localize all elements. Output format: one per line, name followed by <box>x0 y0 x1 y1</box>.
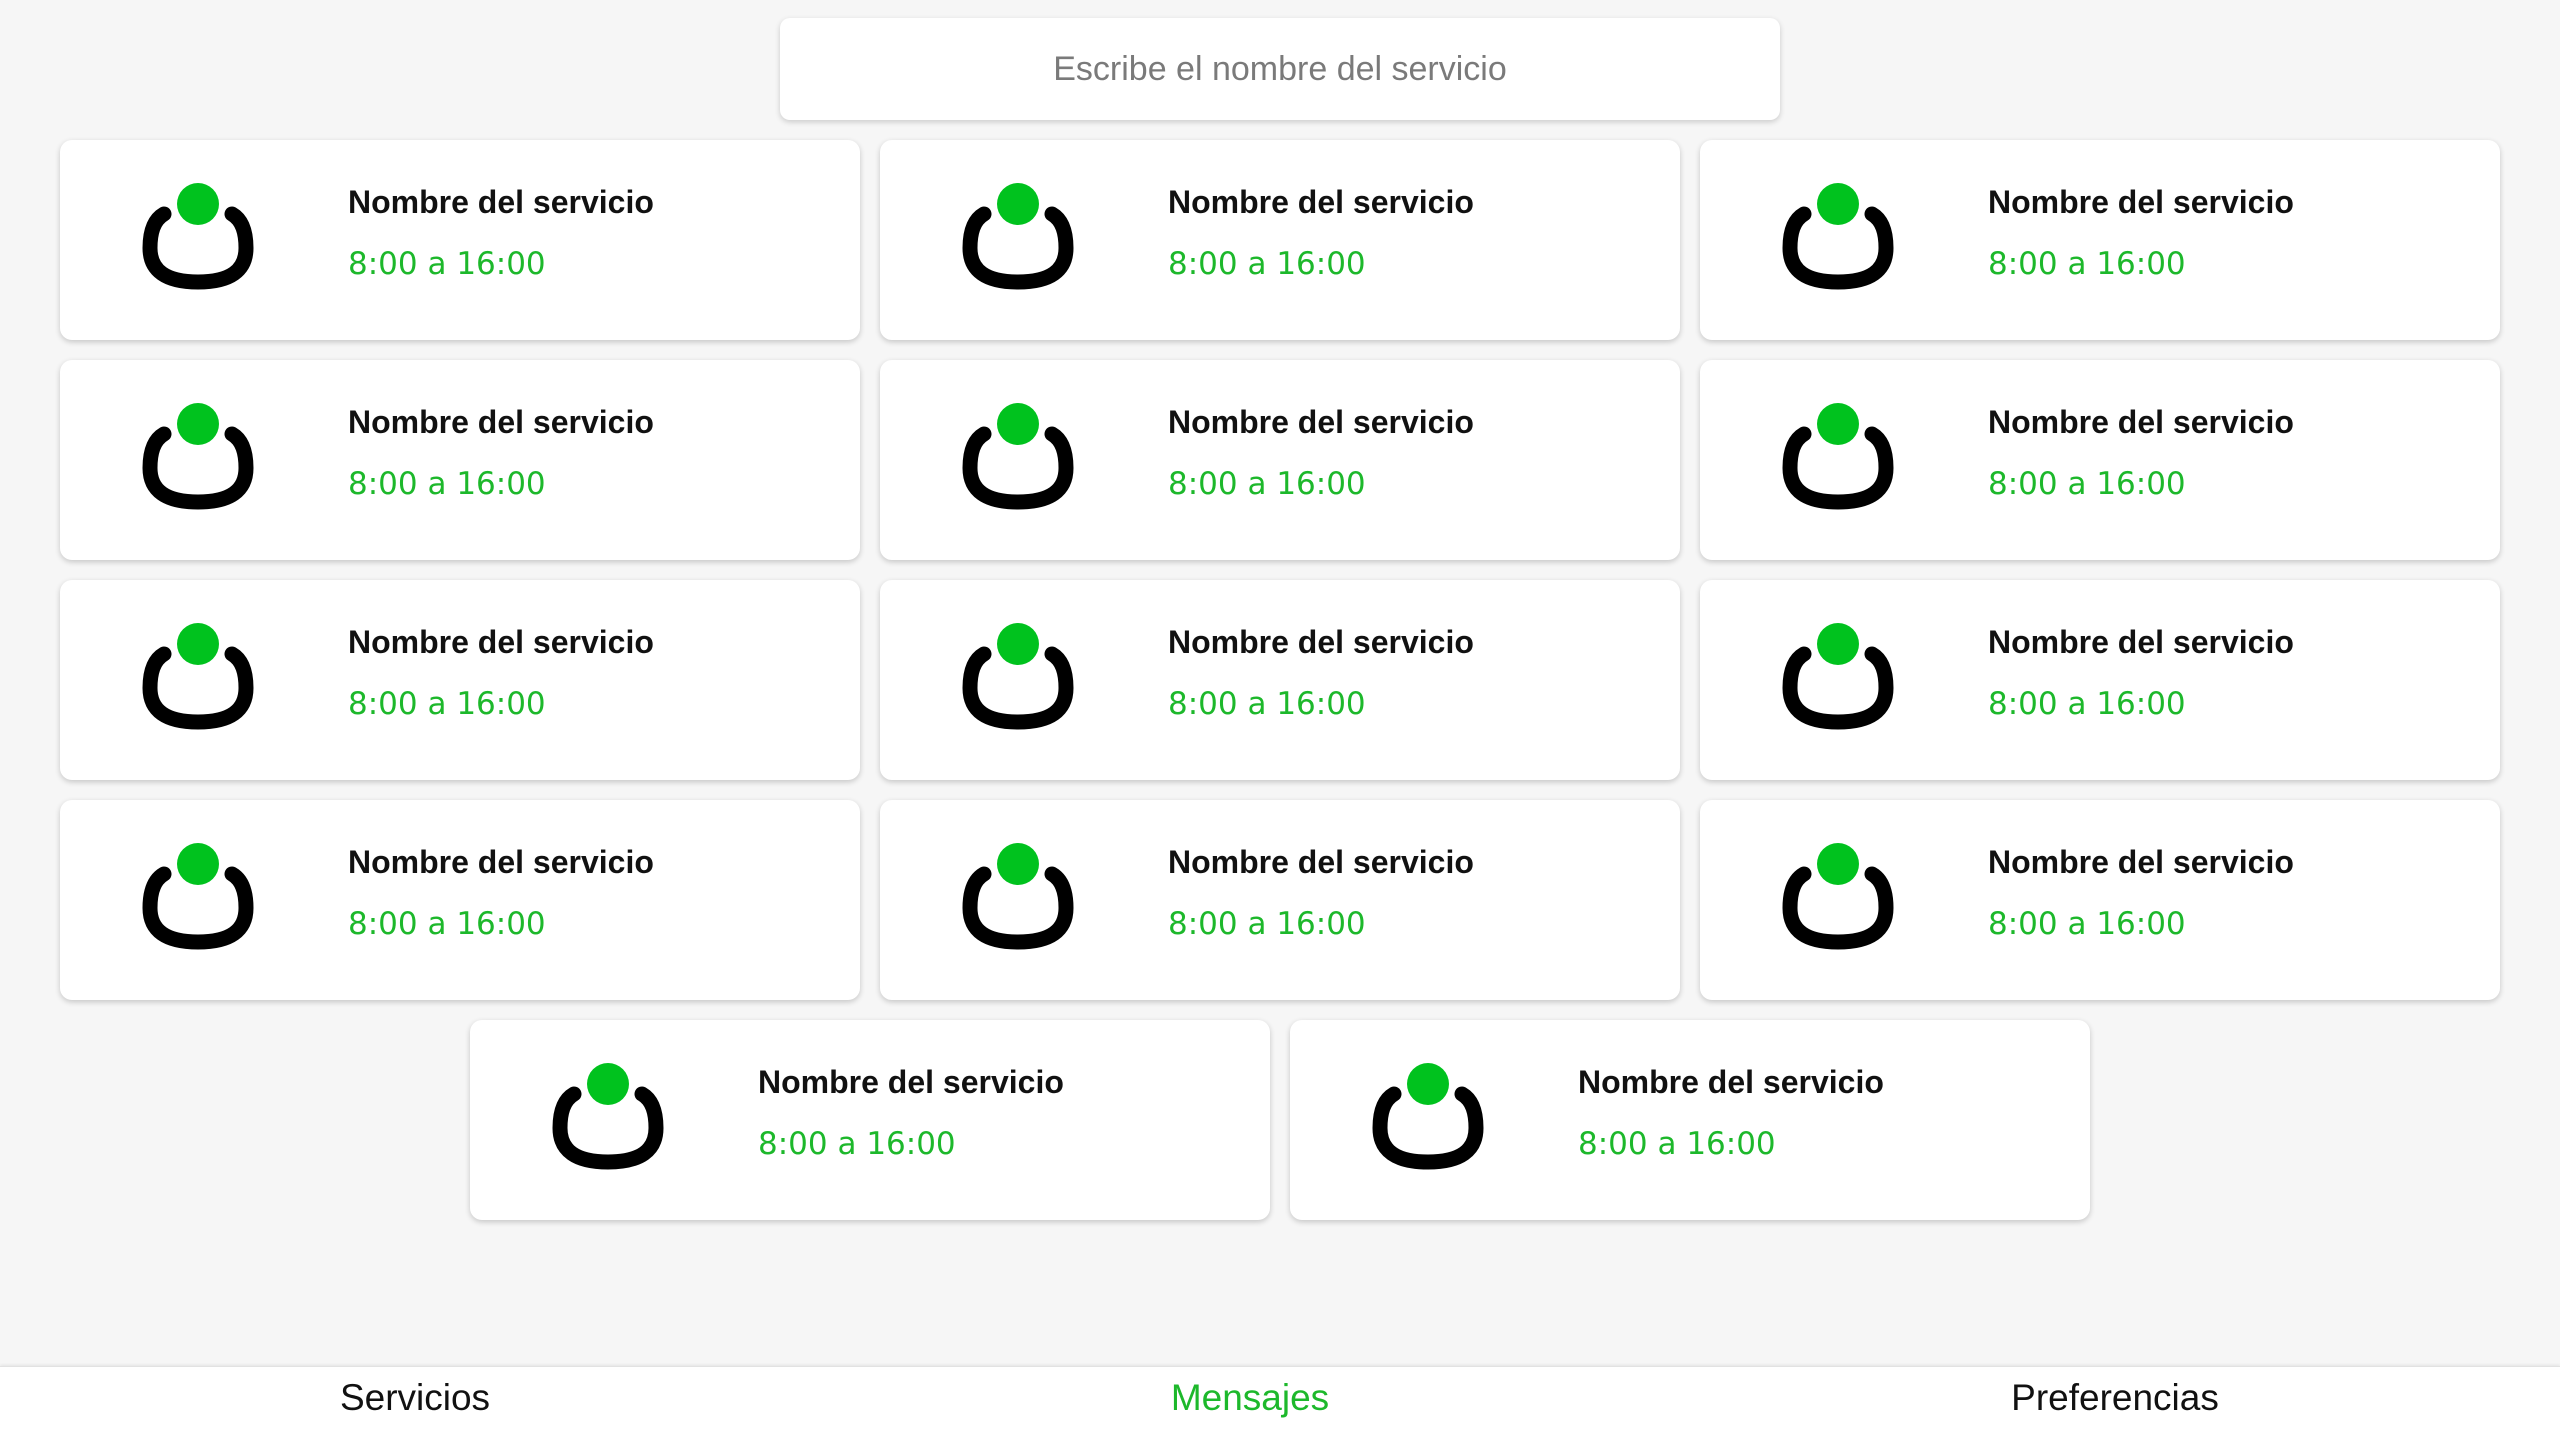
service-name: Nombre del servicio <box>1988 184 2294 220</box>
services-grid: Nombre del servicio 8:00 a 16:00 Nombre … <box>0 0 2560 1440</box>
bottom-navigation: Servicios Mensajes Preferencias <box>0 1366 2560 1441</box>
service-hours: 8:00 a 16:00 <box>758 1126 956 1162</box>
service-hours: 8:00 a 16:00 <box>1168 906 1366 942</box>
service-hours: 8:00 a 16:00 <box>348 246 546 282</box>
service-card[interactable]: Nombre del servicio 8:00 a 16:00 <box>880 580 1680 780</box>
service-logo-icon <box>1782 843 1894 950</box>
service-card[interactable]: Nombre del servicio 8:00 a 16:00 <box>1700 360 2500 560</box>
service-hours: 8:00 a 16:00 <box>1988 906 2186 942</box>
service-hours: 8:00 a 16:00 <box>348 686 546 722</box>
service-name: Nombre del servicio <box>1168 844 1474 880</box>
service-logo-icon <box>1782 623 1894 730</box>
service-card[interactable]: Nombre del servicio 8:00 a 16:00 <box>880 360 1680 560</box>
service-logo-icon <box>962 403 1074 510</box>
service-logo-icon <box>142 403 254 510</box>
service-card[interactable]: Nombre del servicio 8:00 a 16:00 <box>1290 1020 2090 1220</box>
service-logo-icon <box>1782 403 1894 510</box>
service-card[interactable]: Nombre del servicio 8:00 a 16:00 <box>60 140 860 340</box>
service-logo-icon <box>142 183 254 290</box>
service-hours: 8:00 a 16:00 <box>1168 246 1366 282</box>
service-name: Nombre del servicio <box>1988 404 2294 440</box>
service-name: Nombre del servicio <box>1988 624 2294 660</box>
service-logo-icon <box>142 843 254 950</box>
service-name: Nombre del servicio <box>1168 624 1474 660</box>
service-logo-icon <box>1372 1063 1484 1170</box>
service-card[interactable]: Nombre del servicio 8:00 a 16:00 <box>470 1020 1270 1220</box>
service-logo-icon <box>552 1063 664 1170</box>
service-logo-icon <box>142 623 254 730</box>
service-card[interactable]: Nombre del servicio 8:00 a 16:00 <box>1700 800 2500 1000</box>
service-card[interactable]: Nombre del servicio 8:00 a 16:00 <box>880 140 1680 340</box>
service-hours: 8:00 a 16:00 <box>1988 246 2186 282</box>
service-card[interactable]: Nombre del servicio 8:00 a 16:00 <box>60 800 860 1000</box>
service-card[interactable]: Nombre del servicio 8:00 a 16:00 <box>1700 140 2500 340</box>
service-logo-icon <box>962 183 1074 290</box>
service-logo-icon <box>1782 183 1894 290</box>
service-card[interactable]: Nombre del servicio 8:00 a 16:00 <box>1700 580 2500 780</box>
nav-tab-preferencias[interactable]: Preferencias <box>2011 1377 2219 1419</box>
service-card[interactable]: Nombre del servicio 8:00 a 16:00 <box>60 360 860 560</box>
service-hours: 8:00 a 16:00 <box>1168 686 1366 722</box>
service-hours: 8:00 a 16:00 <box>1168 466 1366 502</box>
service-name: Nombre del servicio <box>348 624 654 660</box>
service-hours: 8:00 a 16:00 <box>1578 1126 1776 1162</box>
service-hours: 8:00 a 16:00 <box>1988 466 2186 502</box>
service-name: Nombre del servicio <box>348 404 654 440</box>
service-hours: 8:00 a 16:00 <box>1988 686 2186 722</box>
service-name: Nombre del servicio <box>348 844 654 880</box>
service-logo-icon <box>962 623 1074 730</box>
nav-tab-mensajes[interactable]: Mensajes <box>1171 1377 1329 1419</box>
service-hours: 8:00 a 16:00 <box>348 466 546 502</box>
service-name: Nombre del servicio <box>758 1064 1064 1100</box>
service-card[interactable]: Nombre del servicio 8:00 a 16:00 <box>880 800 1680 1000</box>
service-name: Nombre del servicio <box>1578 1064 1884 1100</box>
service-card[interactable]: Nombre del servicio 8:00 a 16:00 <box>60 580 860 780</box>
service-name: Nombre del servicio <box>348 184 654 220</box>
service-name: Nombre del servicio <box>1988 844 2294 880</box>
service-name: Nombre del servicio <box>1168 404 1474 440</box>
nav-tab-servicios[interactable]: Servicios <box>340 1377 490 1419</box>
service-logo-icon <box>962 843 1074 950</box>
service-name: Nombre del servicio <box>1168 184 1474 220</box>
service-hours: 8:00 a 16:00 <box>348 906 546 942</box>
